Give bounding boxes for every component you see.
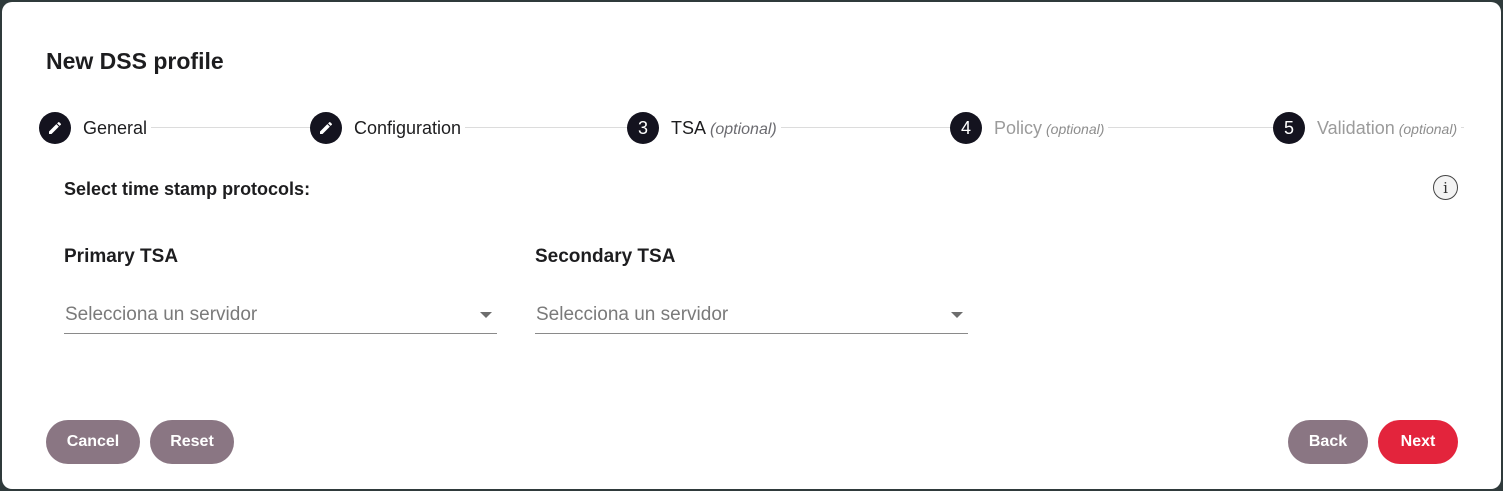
step-tsa[interactable]: 3 TSA (optional) — [627, 111, 781, 145]
next-button[interactable]: Next — [1378, 420, 1458, 464]
step-configuration[interactable]: Configuration — [310, 111, 466, 145]
step-general[interactable]: General — [39, 111, 152, 145]
chevron-down-icon — [951, 312, 963, 318]
step-optional: (optional) — [1398, 120, 1458, 137]
dialog-title: New DSS profile — [46, 48, 224, 74]
reset-button[interactable]: Reset — [150, 420, 234, 464]
pencil-icon — [39, 112, 71, 144]
primary-tsa-placeholder: Selecciona un servidor — [65, 304, 258, 325]
step-number: 4 — [950, 112, 982, 144]
step-number: 3 — [627, 112, 659, 144]
stepper: General Configuration 3 TSA (optional) 4 … — [2, 111, 1501, 145]
info-icon[interactable]: i — [1433, 175, 1458, 200]
primary-tsa-select[interactable]: Selecciona un servidor — [64, 296, 497, 334]
primary-tsa-label: Primary TSA — [64, 246, 179, 267]
cancel-button[interactable]: Cancel — [46, 420, 140, 464]
secondary-tsa-label: Secondary TSA — [535, 246, 676, 267]
step-label: Validation (optional) — [1317, 118, 1457, 139]
secondary-tsa-placeholder: Selecciona un servidor — [536, 304, 729, 325]
step-validation[interactable]: 5 Validation (optional) — [1273, 111, 1462, 145]
step-optional: (optional) — [1046, 120, 1105, 137]
section-title: Select time stamp protocols: — [64, 179, 311, 199]
pencil-icon — [310, 112, 342, 144]
step-label-text: Validation — [1317, 117, 1395, 138]
chevron-down-icon — [480, 312, 492, 318]
step-label-text: TSA — [671, 117, 707, 138]
step-policy[interactable]: 4 Policy (optional) — [950, 111, 1109, 145]
step-label-text: Policy — [994, 117, 1043, 138]
step-label: Policy (optional) — [994, 118, 1104, 139]
new-dss-profile-dialog: New DSS profile General Configuration 3 … — [2, 2, 1501, 489]
secondary-tsa-select[interactable]: Selecciona un servidor — [535, 296, 968, 334]
step-label: General — [83, 117, 148, 138]
step-number: 5 — [1273, 112, 1305, 144]
step-label: Configuration — [354, 117, 462, 138]
step-optional: (optional) — [710, 120, 777, 138]
back-button[interactable]: Back — [1288, 420, 1368, 464]
step-label: TSA (optional) — [671, 118, 777, 139]
